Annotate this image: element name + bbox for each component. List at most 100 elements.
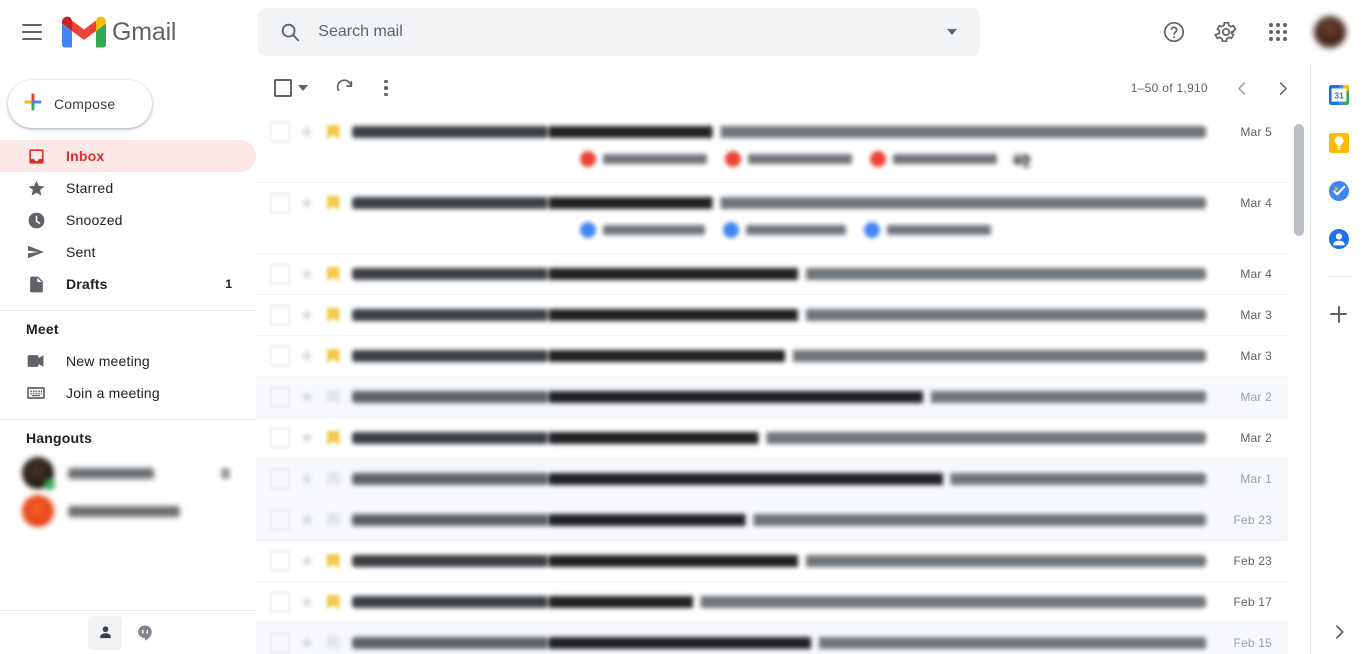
- importance-marker-icon[interactable]: [324, 194, 342, 212]
- sidebar-item-drafts[interactable]: Drafts 1: [0, 268, 256, 300]
- meet-section-heading: Meet: [26, 321, 59, 337]
- importance-marker-icon[interactable]: [324, 552, 342, 570]
- star-icon[interactable]: [298, 194, 316, 212]
- search-icon[interactable]: [270, 12, 310, 52]
- email-checkbox[interactable]: [270, 428, 290, 448]
- sidebar-item-label: New meeting: [66, 353, 150, 369]
- sidebar-item-inbox[interactable]: Inbox: [0, 140, 256, 172]
- google-keep-button[interactable]: [1326, 130, 1352, 156]
- email-list-scrollbar[interactable]: [1294, 112, 1304, 654]
- importance-marker-icon[interactable]: [324, 429, 342, 447]
- google-calendar-button[interactable]: 31: [1326, 82, 1352, 108]
- clock-icon: [26, 210, 46, 230]
- user-avatar[interactable]: [1314, 16, 1346, 48]
- hamburger-menu-icon[interactable]: [8, 8, 56, 56]
- gmail-brand[interactable]: Gmail: [62, 16, 176, 49]
- sidebar-item-snoozed[interactable]: Snoozed: [0, 204, 256, 236]
- importance-marker-icon[interactable]: [324, 265, 342, 283]
- star-icon[interactable]: [298, 593, 316, 611]
- star-icon[interactable]: [298, 388, 316, 406]
- star-icon[interactable]: [298, 552, 316, 570]
- sidebar-item-sent[interactable]: Sent: [0, 236, 256, 268]
- importance-marker-icon[interactable]: [324, 470, 342, 488]
- email-subject: [548, 637, 1206, 649]
- hangouts-contact-item[interactable]: [0, 492, 256, 530]
- sidebar-item-join-meeting[interactable]: Join a meeting: [0, 377, 256, 409]
- star-icon[interactable]: [298, 429, 316, 447]
- person-icon[interactable]: [88, 615, 122, 650]
- inbox-icon: [26, 146, 46, 166]
- table-row[interactable]: Mar 2: [256, 377, 1288, 418]
- scrollbar-thumb[interactable]: [1294, 124, 1304, 236]
- table-row[interactable]: Mar 5 +2: [256, 112, 1288, 183]
- email-checkbox[interactable]: [270, 346, 290, 366]
- show-side-panel-button[interactable]: [1311, 622, 1366, 642]
- table-row[interactable]: Mar 2: [256, 418, 1288, 459]
- table-row[interactable]: Mar 4: [256, 254, 1288, 295]
- attachment-chip[interactable]: [580, 148, 707, 170]
- star-icon[interactable]: [298, 634, 316, 652]
- more-options-button[interactable]: [366, 68, 406, 108]
- email-checkbox[interactable]: [270, 510, 290, 530]
- email-checkbox[interactable]: [270, 551, 290, 571]
- google-tasks-button[interactable]: [1326, 178, 1352, 204]
- importance-marker-icon[interactable]: [324, 347, 342, 365]
- table-row[interactable]: Feb 23: [256, 541, 1288, 582]
- table-row[interactable]: Feb 23: [256, 500, 1288, 541]
- compose-button[interactable]: Compose: [8, 80, 152, 128]
- table-row[interactable]: Mar 3: [256, 336, 1288, 377]
- email-checkbox[interactable]: [270, 193, 290, 213]
- attachment-chip[interactable]: [580, 219, 705, 241]
- pdf-file-icon: [725, 151, 741, 167]
- importance-marker-icon[interactable]: [324, 123, 342, 141]
- newer-page-button[interactable]: [1222, 68, 1262, 108]
- hangouts-contact-item[interactable]: [0, 454, 256, 492]
- google-contacts-button[interactable]: [1326, 226, 1352, 252]
- email-date: Feb 15: [1233, 636, 1272, 650]
- older-page-button[interactable]: [1262, 68, 1302, 108]
- importance-marker-icon[interactable]: [324, 388, 342, 406]
- star-icon[interactable]: [298, 123, 316, 141]
- table-row[interactable]: Mar 4: [256, 183, 1288, 254]
- importance-marker-icon[interactable]: [324, 593, 342, 611]
- table-row[interactable]: Feb 15: [256, 623, 1288, 654]
- email-checkbox[interactable]: [270, 305, 290, 325]
- refresh-button[interactable]: [324, 68, 364, 108]
- show-search-options-caret[interactable]: [934, 12, 970, 52]
- attachment-chip[interactable]: [725, 148, 852, 170]
- email-subject: [548, 391, 1206, 403]
- star-icon[interactable]: [298, 347, 316, 365]
- get-addons-button[interactable]: [1326, 301, 1352, 327]
- importance-marker-icon[interactable]: [324, 306, 342, 324]
- attachment-chip[interactable]: [723, 219, 846, 241]
- chat-bubble-icon[interactable]: [128, 616, 162, 650]
- importance-marker-icon[interactable]: [324, 511, 342, 529]
- table-row[interactable]: Feb 17: [256, 582, 1288, 623]
- email-checkbox[interactable]: [270, 122, 290, 142]
- select-all-checkbox[interactable]: [266, 79, 292, 97]
- search-input[interactable]: [310, 23, 935, 41]
- email-checkbox[interactable]: [270, 264, 290, 284]
- attachment-chip[interactable]: [870, 148, 997, 170]
- importance-marker-icon[interactable]: [324, 634, 342, 652]
- search-bar[interactable]: [258, 8, 981, 56]
- checkbox-icon: [274, 79, 292, 97]
- star-icon[interactable]: [298, 265, 316, 283]
- star-icon[interactable]: [298, 306, 316, 324]
- star-icon[interactable]: [298, 511, 316, 529]
- help-question-circle-icon[interactable]: [1150, 8, 1198, 56]
- attachment-overflow-count[interactable]: +2: [1013, 154, 1031, 171]
- email-checkbox[interactable]: [270, 469, 290, 489]
- sidebar-item-new-meeting[interactable]: New meeting: [0, 345, 256, 377]
- sidebar-item-starred[interactable]: Starred: [0, 172, 256, 204]
- table-row[interactable]: Mar 3: [256, 295, 1288, 336]
- select-all-dropdown[interactable]: [292, 68, 314, 108]
- apps-grid-icon[interactable]: [1254, 8, 1302, 56]
- star-icon[interactable]: [298, 470, 316, 488]
- email-checkbox[interactable]: [270, 387, 290, 407]
- email-checkbox[interactable]: [270, 592, 290, 612]
- email-checkbox[interactable]: [270, 633, 290, 653]
- table-row[interactable]: Mar 1: [256, 459, 1288, 500]
- gear-settings-icon[interactable]: [1202, 8, 1250, 56]
- attachment-chip[interactable]: [864, 219, 991, 241]
